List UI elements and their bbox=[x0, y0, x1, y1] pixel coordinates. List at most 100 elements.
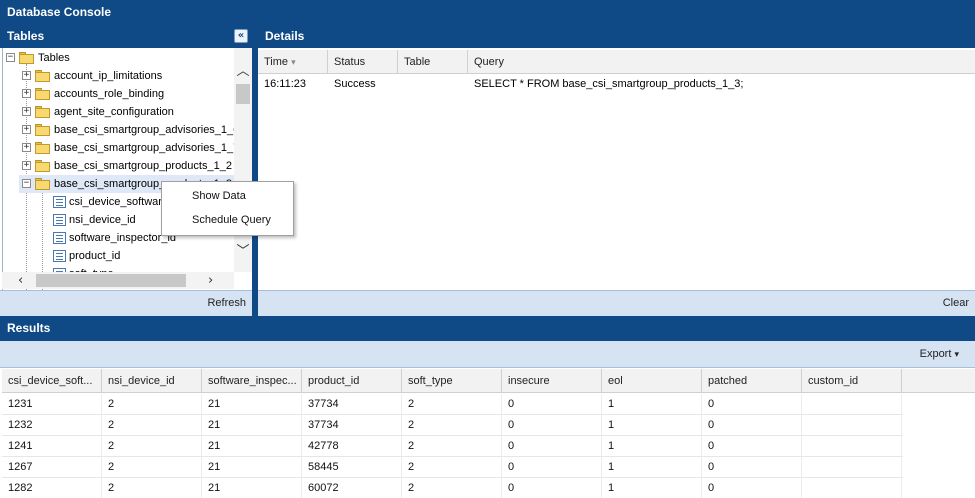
folder-icon bbox=[35, 160, 51, 172]
results-panel-header: Results bbox=[0, 316, 975, 341]
table-cell: 0 bbox=[502, 394, 602, 415]
table-cell: 2 bbox=[402, 436, 502, 457]
tables-panel-title: Tables bbox=[7, 29, 45, 43]
tree-item-table[interactable]: + agent_site_configuration bbox=[19, 103, 235, 121]
folder-open-icon bbox=[19, 52, 35, 64]
table-row[interactable]: 1267 2 21 58445 2 0 1 0 bbox=[2, 457, 903, 478]
expand-icon[interactable]: + bbox=[22, 143, 31, 152]
table-cell: 60072 bbox=[302, 478, 402, 498]
expand-icon[interactable]: + bbox=[22, 71, 31, 80]
collapse-panel-button[interactable]: « bbox=[234, 29, 248, 43]
tree-item-label: base_csi_smartgroup_advisories_1_7 bbox=[54, 142, 240, 154]
expand-icon[interactable]: + bbox=[22, 107, 31, 116]
results-header-row: csi_device_soft... nsi_device_id software_… bbox=[2, 369, 975, 393]
tree-item-table[interactable]: + base_csi_smartgroup_advisories_1_6 bbox=[19, 121, 239, 139]
results-panel-title: Results bbox=[7, 321, 51, 335]
tree-vertical-scrollbar[interactable]: ︿ ﹀ bbox=[234, 48, 252, 272]
tree-item-label: account_ip_limitations bbox=[54, 70, 163, 82]
table-cell: 0 bbox=[502, 457, 602, 478]
column-icon bbox=[53, 232, 66, 244]
tree-item-table[interactable]: + account_ip_limitations bbox=[19, 67, 235, 85]
column-header-table[interactable]: Table bbox=[398, 50, 468, 74]
export-button[interactable]: Export ▾ bbox=[920, 348, 959, 360]
app-title: Database Console bbox=[0, 0, 975, 24]
scroll-up-icon[interactable]: ︿ bbox=[234, 60, 252, 79]
table-row[interactable]: 1231 2 21 37734 2 0 1 0 bbox=[2, 394, 903, 415]
details-time: 16:11:23 bbox=[264, 78, 307, 90]
column-header-status[interactable]: Status bbox=[328, 50, 398, 74]
results-column-header[interactable]: patched bbox=[702, 369, 802, 393]
table-row[interactable]: 1241 2 21 42778 2 0 1 0 bbox=[2, 436, 903, 457]
tables-footer: Refresh bbox=[0, 290, 252, 316]
collapse-icon[interactable]: − bbox=[22, 179, 31, 188]
results-column-header[interactable]: csi_device_soft... bbox=[2, 369, 102, 393]
results-column-header[interactable]: product_id bbox=[302, 369, 402, 393]
tree-item-label: software_inspector_id bbox=[69, 232, 177, 244]
table-cell: 0 bbox=[502, 415, 602, 436]
tables-panel-header: Tables bbox=[0, 24, 252, 48]
table-cell: 0 bbox=[502, 436, 602, 457]
table-cell: 2 bbox=[102, 478, 202, 498]
details-row[interactable]: 16:11:23 Success SELECT * FROM base_csi_… bbox=[258, 74, 975, 94]
expand-icon[interactable]: + bbox=[22, 89, 31, 98]
table-cell: 0 bbox=[702, 415, 802, 436]
table-row[interactable]: 1232 2 21 37734 2 0 1 0 bbox=[2, 415, 903, 436]
scroll-right-icon[interactable]: › bbox=[208, 272, 213, 289]
table-cell: 42778 bbox=[302, 436, 402, 457]
tables-tree[interactable]: − Tables + account_ip_limitations + account… bbox=[2, 48, 252, 290]
scroll-thumb[interactable] bbox=[36, 274, 186, 287]
tree-root-label: Tables bbox=[38, 52, 70, 64]
folder-icon bbox=[35, 70, 51, 82]
folder-icon bbox=[35, 124, 51, 136]
table-cell bbox=[802, 394, 902, 415]
expand-icon[interactable]: + bbox=[22, 125, 31, 134]
folder-icon bbox=[35, 88, 51, 100]
expand-icon[interactable]: + bbox=[22, 161, 31, 170]
tree-item-column[interactable]: product_id bbox=[51, 247, 235, 265]
collapse-icon[interactable]: − bbox=[6, 53, 15, 62]
table-cell: 37734 bbox=[302, 415, 402, 436]
scroll-down-icon[interactable]: ﹀ bbox=[234, 240, 252, 259]
tree-horizontal-scrollbar[interactable]: ‹ › bbox=[2, 272, 234, 289]
tree-item-table[interactable]: + base_csi_smartgroup_products_1_2 bbox=[19, 157, 235, 175]
results-column-header[interactable]: eol bbox=[602, 369, 702, 393]
column-header-time[interactable]: Time ▾ bbox=[258, 50, 328, 74]
table-cell bbox=[802, 415, 902, 436]
table-cell: 58445 bbox=[302, 457, 402, 478]
table-cell: 1 bbox=[602, 457, 702, 478]
table-cell: 1231 bbox=[2, 394, 102, 415]
table-cell: 1241 bbox=[2, 436, 102, 457]
details-panel-title: Details bbox=[265, 29, 305, 43]
table-cell: 0 bbox=[702, 478, 802, 498]
results-column-header[interactable]: software_inspec... bbox=[202, 369, 302, 393]
results-column-header[interactable]: nsi_device_id bbox=[102, 369, 202, 393]
tree-item-table[interactable]: + base_csi_smartgroup_advisories_1_7 bbox=[19, 139, 239, 157]
table-cell: 2 bbox=[102, 457, 202, 478]
table-cell: 2 bbox=[102, 394, 202, 415]
results-column-header[interactable]: insecure bbox=[502, 369, 602, 393]
menu-item-show-data[interactable]: Show Data bbox=[192, 190, 246, 202]
column-header-query[interactable]: Query bbox=[468, 50, 975, 74]
tree-item-label: product_id bbox=[69, 250, 121, 262]
table-cell: 2 bbox=[402, 457, 502, 478]
folder-icon bbox=[35, 142, 51, 154]
scroll-left-icon[interactable]: ‹ bbox=[18, 272, 23, 289]
table-cell: 2 bbox=[402, 478, 502, 498]
results-column-header[interactable]: soft_type bbox=[402, 369, 502, 393]
refresh-button[interactable]: Refresh bbox=[207, 297, 246, 309]
table-cell: 21 bbox=[202, 394, 302, 415]
scroll-thumb[interactable] bbox=[236, 84, 250, 104]
table-cell: 1 bbox=[602, 415, 702, 436]
table-row[interactable]: 1282 2 21 60072 2 0 1 0 bbox=[2, 478, 903, 498]
details-grid: Time ▾ Status Table Query 16:11:23 Succe… bbox=[258, 48, 975, 290]
tree-root[interactable]: − Tables bbox=[3, 49, 235, 67]
results-column-header[interactable]: custom_id bbox=[802, 369, 902, 393]
details-status: Success bbox=[334, 78, 376, 90]
table-cell: 21 bbox=[202, 436, 302, 457]
table-cell: 1267 bbox=[2, 457, 102, 478]
menu-item-schedule-query[interactable]: Schedule Query bbox=[192, 214, 271, 226]
clear-button[interactable]: Clear bbox=[943, 297, 969, 309]
details-panel-header: Details bbox=[258, 24, 975, 48]
tree-item-label: base_csi_smartgroup_products_1_2 bbox=[54, 160, 232, 172]
tree-item-table[interactable]: + accounts_role_binding bbox=[19, 85, 235, 103]
